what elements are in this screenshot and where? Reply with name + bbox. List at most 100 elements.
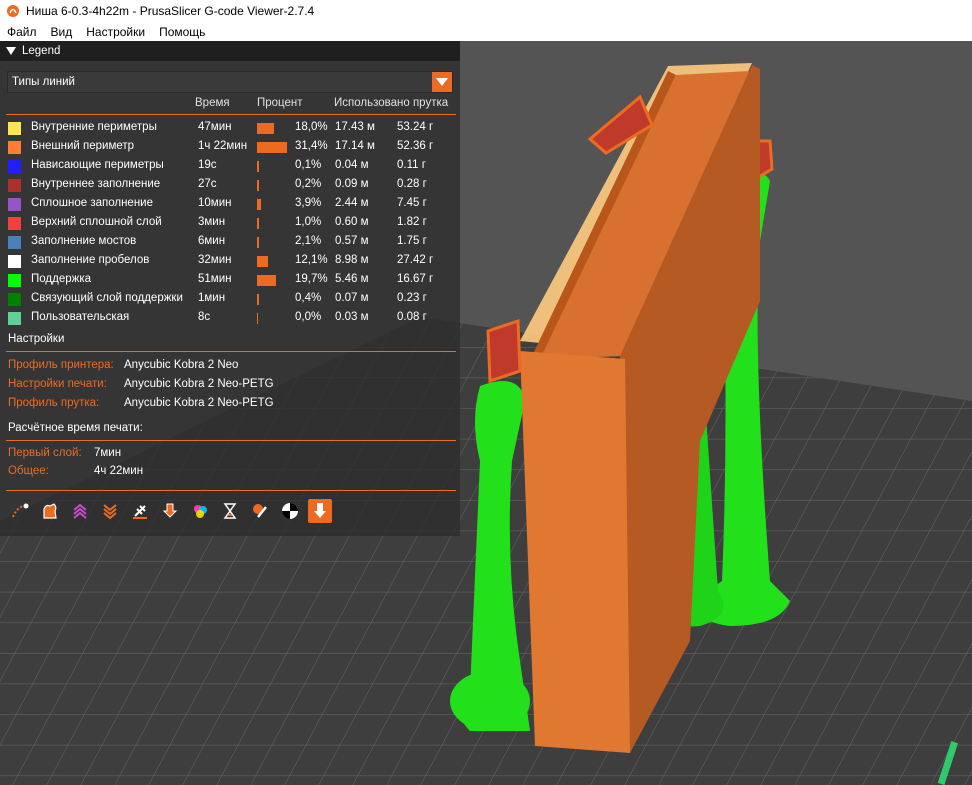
line-type-time: 27с (198, 178, 217, 190)
seams-icon[interactable] (128, 499, 152, 523)
legend-row[interactable]: Связующий слой поддержки 1мин 0,4% 0.07 м 0.… (0, 290, 460, 309)
line-type-time: 10мин (198, 197, 232, 209)
line-type-percent: 12,1% (295, 254, 328, 266)
view-type-value: Типы линий (12, 76, 75, 88)
filament-weight: 53.24 г (397, 121, 434, 133)
custom-gcodes-icon[interactable] (248, 499, 272, 523)
line-type-name: Сплошное заполнение (31, 197, 153, 209)
legend-row[interactable]: Внутренние периметры 47мин 18,0% 17.43 м 53.… (0, 119, 460, 138)
menu-file[interactable]: Файл (0, 25, 44, 39)
legend-row[interactable]: Внешний периметр 1ч 22мин 31,4% 17.14 м 52.3… (0, 138, 460, 157)
line-type-percent: 0,0% (295, 311, 322, 323)
percent-bar (257, 237, 259, 248)
shells-icon[interactable] (308, 499, 332, 523)
retractions-icon[interactable] (68, 499, 92, 523)
menu-help[interactable]: Помощь (152, 25, 212, 39)
tool-changes-icon[interactable] (158, 499, 182, 523)
menu-settings[interactable]: Настройки (79, 25, 152, 39)
legend-panel: Legend Типы линий Время Процент Использо… (0, 41, 460, 536)
filament-length: 5.46 м (335, 273, 369, 285)
column-percent: Процент (257, 97, 303, 109)
legend-header[interactable]: Legend (0, 41, 460, 61)
deretractions-icon[interactable] (98, 499, 122, 523)
filament-weight: 0.11 г (397, 159, 426, 171)
line-type-percent: 3,9% (295, 197, 322, 209)
line-type-time: 47мин (198, 121, 232, 133)
percent-bar (257, 161, 259, 172)
legend-row[interactable]: Внутреннее заполнение 27с 0,2% 0.09 м 0.28 г (0, 176, 460, 195)
first-layer-label: Первый слой: (8, 447, 82, 459)
color-swatch (8, 293, 21, 306)
filament-length: 0.07 м (335, 292, 369, 304)
filament-length: 0.04 м (335, 159, 369, 171)
percent-bar (257, 218, 259, 229)
line-type-name: Пользовательская (31, 311, 130, 323)
wipe-icon[interactable] (38, 499, 62, 523)
filament-length: 0.57 м (335, 235, 369, 247)
color-swatch (8, 122, 21, 135)
filament-length: 0.03 м (335, 311, 369, 323)
printer-profile-label: Профиль принтера: (8, 359, 114, 371)
line-type-percent: 2,1% (295, 235, 322, 247)
filament-weight: 0.28 г (397, 178, 427, 190)
line-type-time: 1ч 22мин (198, 140, 248, 152)
estimate-title: Расчётное время печати: (8, 422, 143, 434)
filament-length: 2.44 м (335, 197, 369, 209)
prusaslicer-app-icon (7, 5, 19, 17)
divider (6, 490, 456, 491)
settings-title: Настройки (8, 333, 65, 345)
menu-view[interactable]: Вид (44, 25, 80, 39)
legend-row[interactable]: Сплошное заполнение 10мин 3,9% 2.44 м 7.45 г (0, 195, 460, 214)
color-swatch (8, 274, 21, 287)
view-type-select[interactable]: Типы линий (7, 71, 453, 93)
line-type-name: Внешний периметр (31, 140, 135, 152)
line-type-time: 32мин (198, 254, 232, 266)
pause-prints-icon[interactable] (218, 499, 242, 523)
menu-bar: Файл Вид Настройки Помощь (0, 22, 972, 42)
model-front-face (520, 351, 630, 753)
percent-bar (257, 180, 259, 191)
color-swatch (8, 217, 21, 230)
filament-length: 17.14 м (335, 140, 375, 152)
legend-row[interactable]: Нависающие периметры 19с 0,1% 0.04 м 0.11 г (0, 157, 460, 176)
center-of-gravity-icon[interactable] (278, 499, 302, 523)
filament-weight: 7.45 г (397, 197, 427, 209)
line-type-time: 3мин (198, 216, 226, 228)
line-type-percent: 31,4% (295, 140, 328, 152)
percent-bar (257, 142, 287, 153)
percent-bar (257, 123, 275, 134)
total-time-label: Общее: (8, 465, 49, 477)
percent-bar (257, 294, 259, 305)
filament-profile-value: Anycubic Kobra 2 Neo-PETG (124, 397, 274, 409)
divider (6, 351, 456, 352)
color-swatch (8, 141, 21, 154)
color-swatch (8, 160, 21, 173)
color-swatch (8, 179, 21, 192)
line-type-name: Поддержка (31, 273, 91, 285)
collapse-triangle-icon[interactable] (6, 47, 16, 55)
dropdown-arrow-icon[interactable] (432, 72, 452, 92)
line-type-name: Связующий слой поддержки (31, 292, 183, 304)
filament-weight: 52.36 г (397, 140, 434, 152)
travel-icon[interactable] (8, 499, 32, 523)
filament-profile-label: Профиль прутка: (8, 397, 100, 409)
line-type-time: 19с (198, 159, 217, 171)
legend-row[interactable]: Верхний сплошной слой 3мин 1,0% 0.60 м 1.82 … (0, 214, 460, 233)
color-swatch (8, 255, 21, 268)
color-swatch (8, 236, 21, 249)
line-type-percent: 0,1% (295, 159, 322, 171)
column-time: Время (195, 97, 230, 109)
line-type-time: 6мин (198, 235, 226, 247)
percent-bar (257, 199, 261, 210)
line-type-percent: 0,4% (295, 292, 322, 304)
legend-row[interactable]: Поддержка 51мин 19,7% 5.46 м 16.67 г (0, 271, 460, 290)
legend-row[interactable]: Заполнение пробелов 32мин 12,1% 8.98 м 27.42… (0, 252, 460, 271)
filament-weight: 0.08 г (397, 311, 427, 323)
legend-row[interactable]: Заполнение мостов 6мин 2,1% 0.57 м 1.75 г (0, 233, 460, 252)
printer-profile-value: Anycubic Kobra 2 Neo (124, 359, 239, 371)
line-type-percent: 18,0% (295, 121, 328, 133)
line-type-time: 8с (198, 311, 211, 323)
color-changes-icon[interactable] (188, 499, 212, 523)
percent-bar (257, 275, 276, 286)
legend-row[interactable]: Пользовательская 8с 0,0% 0.03 м 0.08 г (0, 309, 460, 328)
